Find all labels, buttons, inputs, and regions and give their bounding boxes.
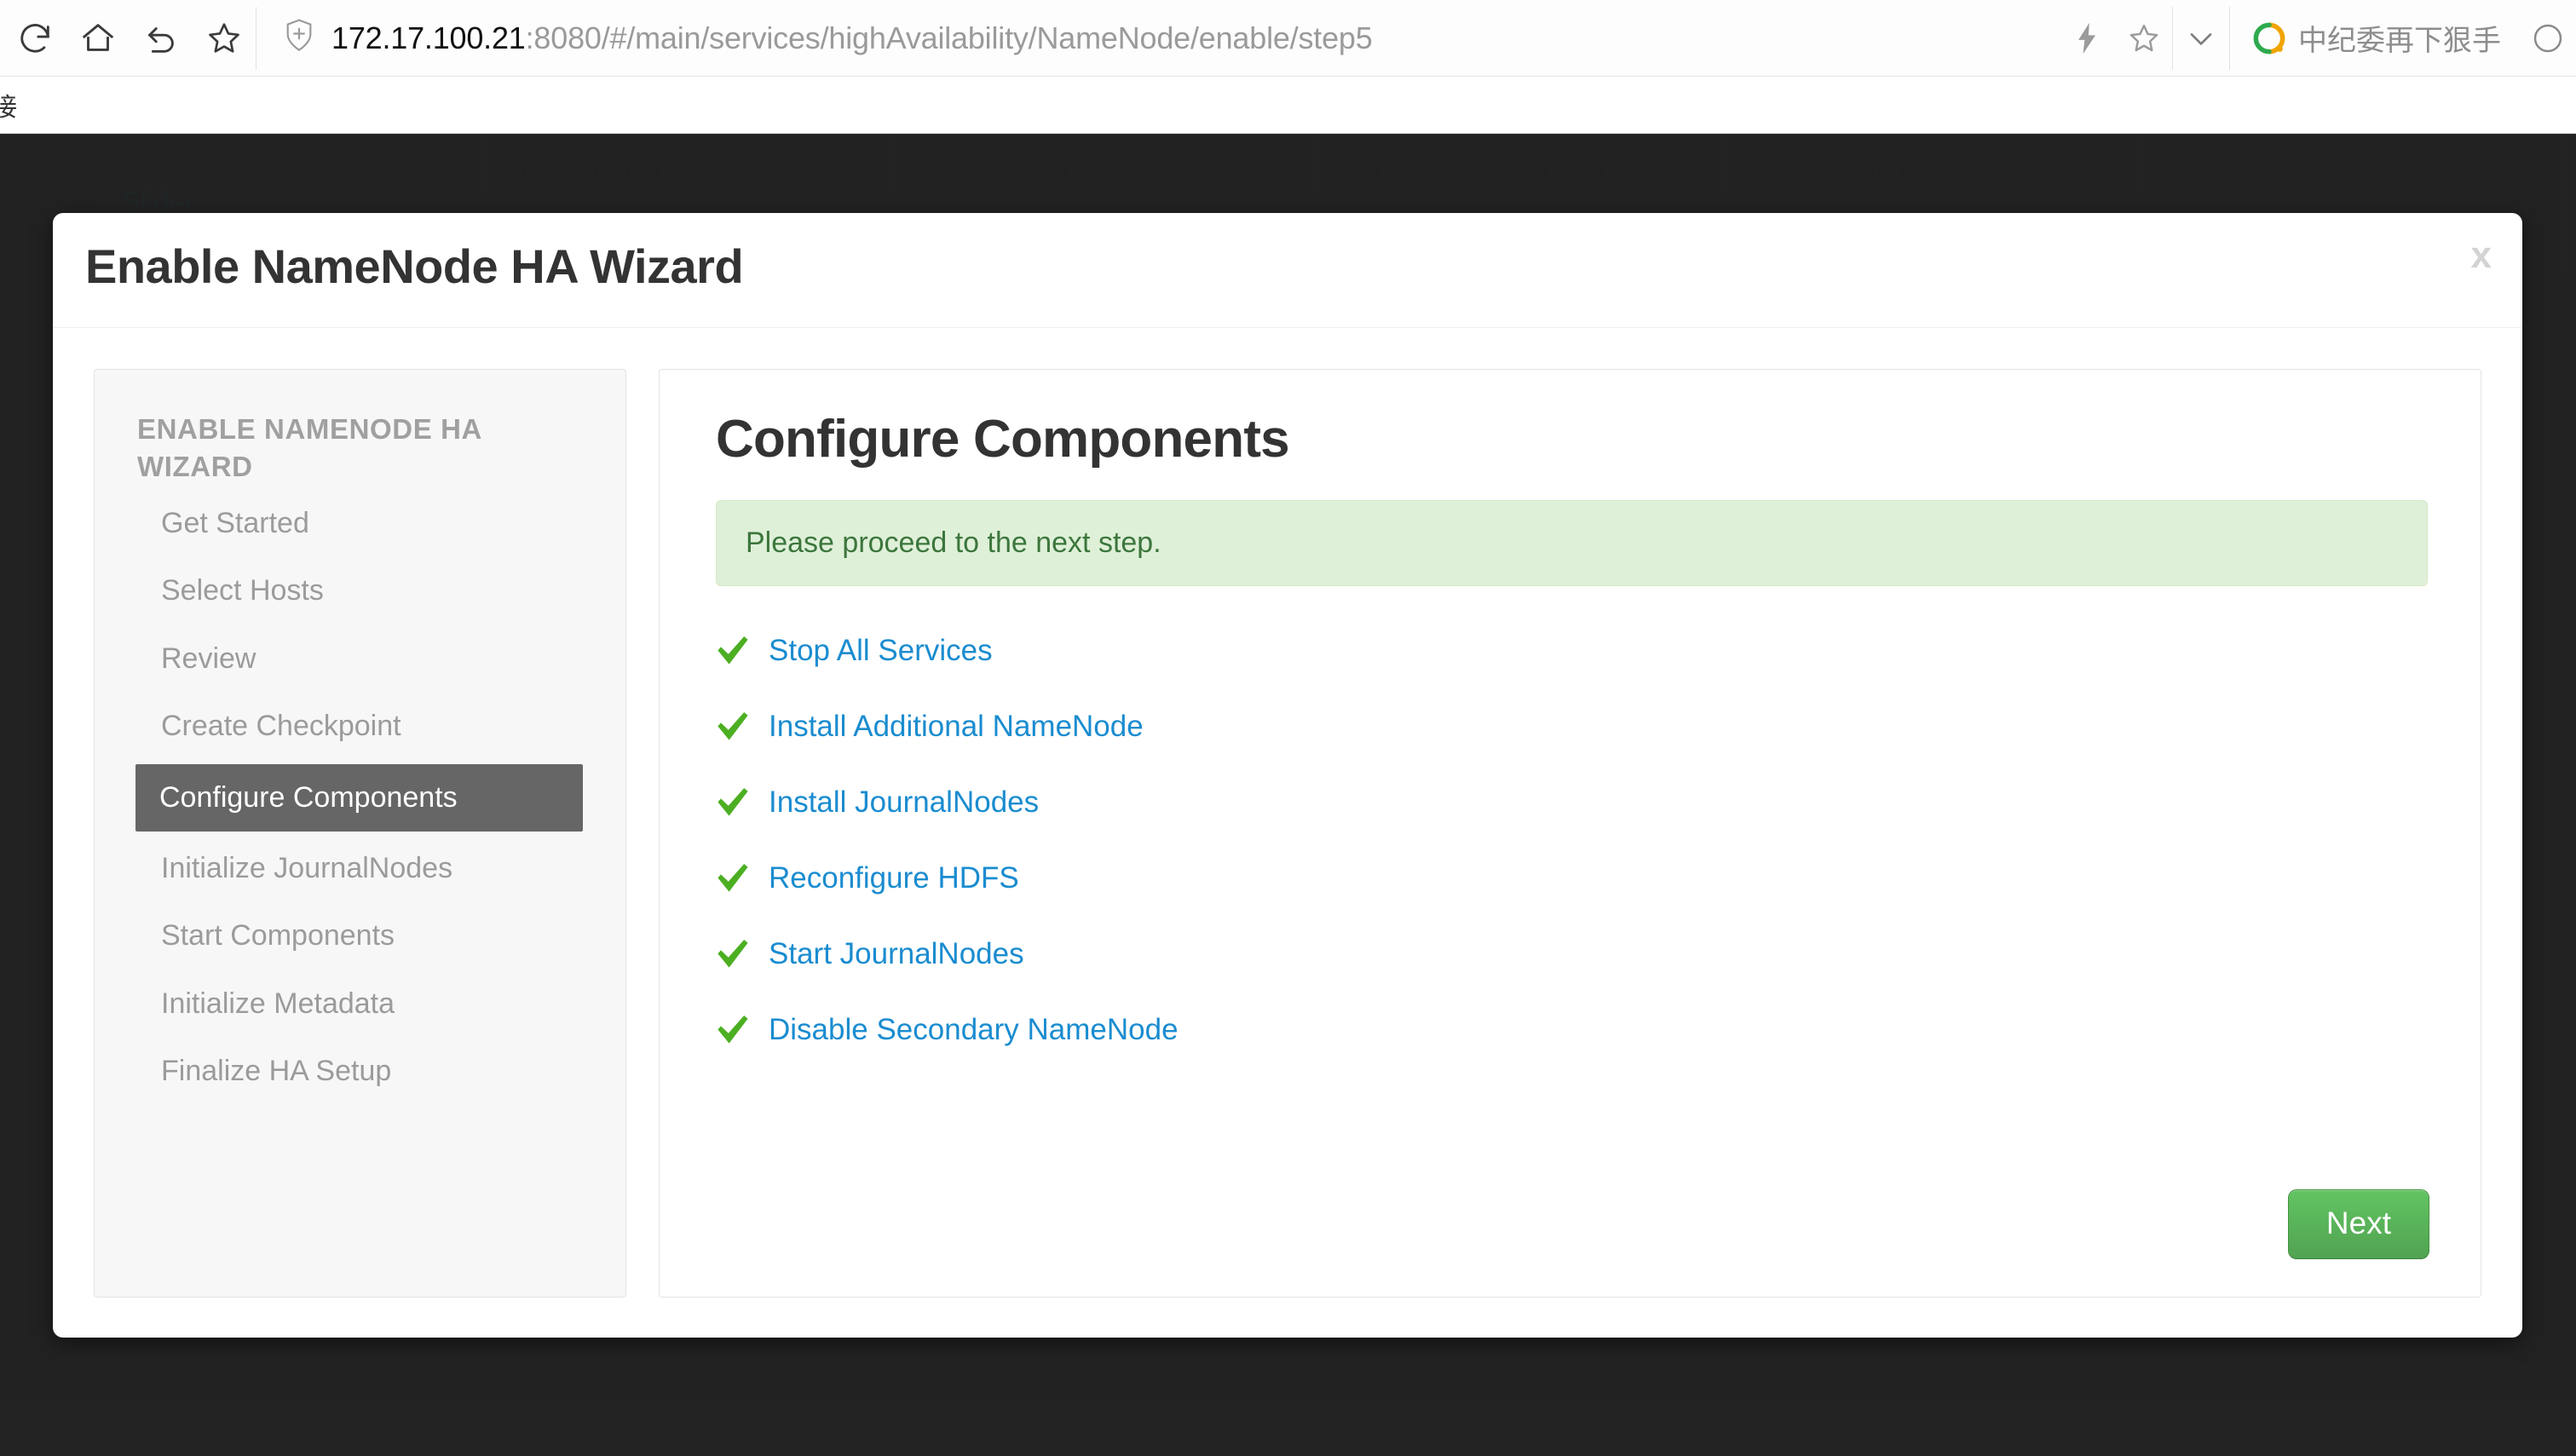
step-title: Configure Components [716, 409, 2428, 469]
shield-icon [282, 17, 316, 59]
star-outline-icon[interactable] [2116, 0, 2172, 77]
menu-icon[interactable] [2520, 0, 2576, 77]
task-label[interactable]: Install JournalNodes [769, 786, 1039, 820]
sidebar-item-review[interactable]: Review [95, 625, 625, 693]
task-label[interactable]: Reconfigure HDFS [769, 861, 1019, 895]
check-icon [716, 1016, 750, 1045]
list-item: Start JournalNodes [716, 937, 2428, 971]
navigation-buttons [0, 0, 256, 77]
home-icon[interactable] [66, 0, 130, 77]
sidebar-item-initialize-metadata[interactable]: Initialize Metadata [95, 970, 625, 1038]
modal-body: Enable NameNode HA Wizard Get Started Se… [53, 328, 2522, 1298]
task-label[interactable]: Stop All Services [769, 634, 993, 668]
bookmark-item[interactable]: 接 [0, 86, 17, 124]
back-icon[interactable] [130, 0, 193, 77]
wizard-footer: Next [2288, 1189, 2429, 1259]
sidebar-item-get-started[interactable]: Get Started [95, 490, 625, 557]
sidebar-item-initialize-journalnodes[interactable]: Initialize JournalNodes [95, 835, 625, 902]
sidebar-item-configure-components[interactable]: Configure Components [135, 764, 583, 832]
status-alert: Please proceed to the next step. [716, 500, 2428, 586]
sidebar-heading: Enable NameNode HA Wizard [95, 399, 625, 490]
list-item: Install Additional NameNode [716, 710, 2428, 744]
toolbar-right-icons: 中纪委再下狠手 [2060, 0, 2576, 77]
check-icon [716, 788, 750, 817]
list-item: Reconfigure HDFS [716, 861, 2428, 895]
reload-icon[interactable] [3, 0, 66, 77]
url-text: 172.17.100.21:8080/#/main/services/highA… [331, 20, 1373, 56]
sidebar-item-create-checkpoint[interactable]: Create Checkpoint [95, 693, 625, 760]
list-item: Disable Secondary NameNode [716, 1013, 2428, 1047]
bookmarks-bar: 接 [0, 77, 2576, 134]
page-title: Enable NameNode HA Wizard [85, 239, 743, 294]
alert-message: Please proceed to the next step. [746, 527, 1161, 559]
enable-namenode-ha-wizard-modal: Enable NameNode HA Wizard x Enable NameN… [53, 213, 2522, 1338]
chevron-down-icon[interactable] [2173, 0, 2229, 77]
wizard-main-panel: Configure Components Please proceed to t… [659, 369, 2481, 1298]
check-icon [716, 864, 750, 893]
url-host: 172.17.100.21 [331, 20, 526, 55]
sidebar-item-finalize-ha-setup[interactable]: Finalize HA Setup [95, 1038, 625, 1105]
check-icon [716, 712, 750, 741]
sidebar-item-select-hosts[interactable]: Select Hosts [95, 557, 625, 624]
check-icon [716, 940, 750, 969]
bookmark-label: 中纪委再下狠手 [2298, 17, 2501, 59]
lightning-icon[interactable] [2060, 0, 2116, 77]
task-label[interactable]: Start JournalNodes [769, 937, 1024, 971]
browser-toolbar: 172.17.100.21:8080/#/main/services/highA… [0, 0, 2576, 77]
list-item: Stop All Services [716, 634, 2428, 668]
address-bar[interactable]: 172.17.100.21:8080/#/main/services/highA… [256, 0, 2060, 77]
o-logo-icon [2252, 21, 2286, 55]
sidebar-item-start-components[interactable]: Start Components [95, 902, 625, 970]
bookmark-news-entry[interactable]: 中纪委再下狠手 [2230, 0, 2520, 77]
task-label[interactable]: Disable Secondary NameNode [769, 1013, 1179, 1047]
task-list: Stop All Services Install Additional Nam… [716, 634, 2428, 1047]
url-path: :8080/#/main/services/highAvailability/N… [526, 20, 1373, 55]
close-icon[interactable]: x [2463, 232, 2500, 279]
next-button[interactable]: Next [2288, 1189, 2429, 1259]
check-icon [716, 636, 750, 665]
modal-header: Enable NameNode HA Wizard x [53, 213, 2522, 328]
star-icon[interactable] [193, 0, 256, 77]
task-label[interactable]: Install Additional NameNode [769, 710, 1144, 744]
wizard-step-sidebar: Enable NameNode HA Wizard Get Started Se… [94, 369, 626, 1298]
list-item: Install JournalNodes [716, 786, 2428, 820]
